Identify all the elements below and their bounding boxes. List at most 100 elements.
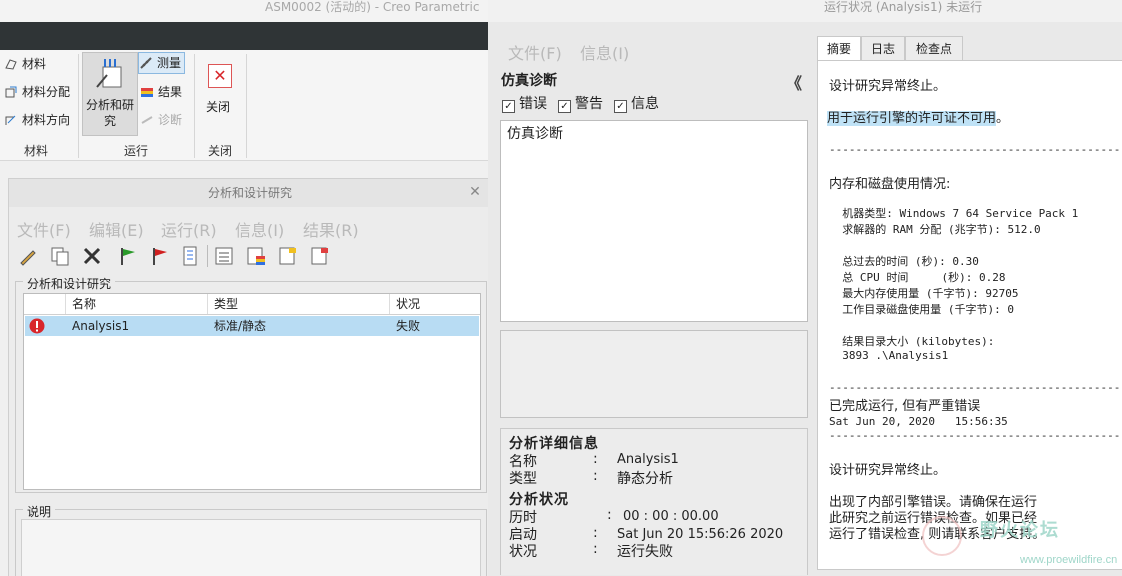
log-line: 3893 .\Analysis1 bbox=[829, 349, 949, 362]
details-heading: 分析详细信息 bbox=[509, 436, 599, 452]
window-title: ASM0002 (活动的) - Creo Parametric bbox=[265, 0, 480, 14]
log-line: 机器类型: Windows 7 64 Service Pack 1 bbox=[829, 207, 1079, 220]
state-label: 状况 bbox=[509, 544, 537, 560]
description-caption: 说明 bbox=[23, 503, 56, 520]
log-line: 最大内存使用量 (千字节): 92705 bbox=[829, 287, 1019, 300]
watermark-text: 野火论坛 bbox=[980, 520, 1060, 541]
state-value: 运行失败 bbox=[617, 544, 673, 560]
checkbox-check-icon: ✓ bbox=[502, 100, 515, 113]
row-status: 失败 bbox=[396, 319, 421, 333]
results-compare-icon[interactable] bbox=[277, 245, 299, 267]
close-label: 关闭 bbox=[206, 100, 231, 114]
menu-file[interactable]: 文件(F) bbox=[17, 217, 71, 241]
log-line: 总过去的时间 (秒): 0.30 bbox=[829, 255, 979, 268]
run-window-title-bar: 运行状况 (Analysis1) 未运行 bbox=[488, 0, 1122, 22]
diagnostics-list[interactable]: 仿真诊断 bbox=[500, 120, 808, 322]
run-menubar: 文件(F) 信息(I) bbox=[488, 36, 788, 64]
group-separator bbox=[194, 54, 195, 158]
run-window-title: 运行状况 (Analysis1) 未运行 bbox=[824, 0, 983, 14]
tab-summary[interactable]: 摘要 bbox=[817, 36, 861, 61]
column-header-type[interactable]: 类型 bbox=[208, 294, 390, 314]
start-green-flag-icon[interactable] bbox=[117, 245, 139, 267]
info-check-icon[interactable] bbox=[213, 245, 235, 267]
run-status-list-icon[interactable] bbox=[179, 245, 201, 267]
tab-checkpoints[interactable]: 检查点 bbox=[905, 36, 963, 60]
menu-run[interactable]: 运行(R) bbox=[161, 217, 217, 241]
header-divider bbox=[24, 314, 480, 315]
filter-errors-checkbox[interactable]: ✓ 错误 bbox=[502, 93, 547, 113]
log-line: Sat Jun 20, 2020 15:56:35 bbox=[829, 415, 1008, 428]
menu-results[interactable]: 结果(R) bbox=[303, 217, 359, 241]
dialog-toolbar bbox=[13, 245, 373, 269]
study-table: 名称 类型 状况 Analysis1 标准/静态 失败 bbox=[23, 293, 481, 490]
material-assignment-button[interactable]: 材料分配 bbox=[4, 82, 70, 102]
material-orientation-icon bbox=[5, 115, 16, 125]
detail-type-value: 静态分析 bbox=[617, 471, 673, 487]
column-header-icon bbox=[24, 294, 66, 314]
measure-button[interactable]: 测量 bbox=[138, 52, 186, 74]
run-menu-info[interactable]: 信息(I) bbox=[580, 40, 629, 64]
material-orientation-button[interactable]: 材料方向 bbox=[4, 110, 70, 130]
edit-pencil-icon[interactable] bbox=[17, 245, 39, 267]
dialog-title: 分析和设计研究 bbox=[9, 179, 488, 207]
summary-log-text[interactable]: 设计研究异常终止。 用于运行引擎的许可证不可用。 ---------------… bbox=[817, 60, 1122, 570]
table-row[interactable]: Analysis1 标准/静态 失败 bbox=[25, 316, 479, 336]
group-separator bbox=[246, 54, 247, 158]
run-menu-file[interactable]: 文件(F) bbox=[508, 40, 562, 64]
log-separator: ----------------------------------------… bbox=[829, 143, 1122, 156]
watermark-logo-icon bbox=[922, 516, 962, 556]
creo-main-window: ASM0002 (活动的) - Creo Parametric 材料 材料分配 … bbox=[0, 0, 488, 576]
measure-icon bbox=[140, 57, 152, 69]
delete-x-icon[interactable] bbox=[81, 245, 103, 267]
results-icon bbox=[141, 88, 153, 97]
menu-edit[interactable]: 编辑(E) bbox=[89, 217, 144, 241]
menu-info[interactable]: 信息(I) bbox=[235, 217, 284, 241]
checkbox-check-icon: ✓ bbox=[614, 100, 627, 113]
toolbar-separator bbox=[207, 245, 208, 267]
analysis-study-icon bbox=[96, 59, 122, 88]
detail-name-value: Analysis1 bbox=[617, 452, 679, 467]
group-label-run: 运行 bbox=[124, 144, 149, 158]
log-line: 内存和磁盘使用情况: bbox=[829, 177, 951, 192]
list-item[interactable]: 仿真诊断 bbox=[507, 123, 563, 143]
analysis-design-study-dialog: 分析和设计研究 ✕ 文件(F) 编辑(E) 运行(R) 信息(I) 结果(R) … bbox=[8, 178, 488, 576]
results-window-icon[interactable] bbox=[245, 245, 267, 267]
material-button[interactable]: 材料 bbox=[4, 54, 46, 74]
diagnostics-icon bbox=[141, 116, 153, 124]
colon: : bbox=[593, 468, 598, 484]
results-button[interactable]: 结果 bbox=[140, 82, 182, 102]
log-line: 工作目录磁盘使用量 (千字节): 0 bbox=[829, 303, 1014, 316]
column-header-status[interactable]: 状况 bbox=[390, 294, 480, 314]
log-separator: ----------------------------------------… bbox=[829, 429, 1122, 442]
analysis-study-button[interactable]: 分析和研究 bbox=[82, 52, 138, 136]
column-header-name[interactable]: 名称 bbox=[66, 294, 208, 314]
close-ribbon-button[interactable]: ✕ 关闭 bbox=[200, 60, 240, 130]
analysis-study-label: 分析和研究 bbox=[85, 98, 134, 128]
start-value: Sat Jun 20 15:56:26 2020 bbox=[617, 527, 784, 542]
results-export-icon[interactable] bbox=[309, 245, 331, 267]
detail-type-label: 类型 bbox=[509, 471, 537, 487]
group-separator bbox=[78, 54, 79, 158]
dialog-close-icon[interactable]: ✕ bbox=[467, 184, 483, 200]
copy-icon[interactable] bbox=[49, 245, 71, 267]
colon: : bbox=[593, 525, 598, 541]
row-name: Analysis1 bbox=[72, 319, 130, 333]
log-line: 结果目录大小 (kilobytes): bbox=[829, 335, 995, 348]
stop-red-flag-icon[interactable] bbox=[149, 245, 171, 267]
colon: : bbox=[593, 541, 598, 557]
collapse-panel-icon[interactable]: 《 bbox=[786, 70, 802, 94]
quick-access-bar bbox=[0, 22, 488, 50]
diagnostics-title: 仿真诊断 bbox=[501, 73, 557, 89]
ribbon: 材料 材料分配 材料方向 材料 分析和研究 测量 结果 诊断 运行 ✕ 关闭 关… bbox=[0, 50, 488, 161]
license-error-highlight: 用于运行引擎的许可证不可用 bbox=[827, 111, 997, 126]
colon: : bbox=[607, 507, 612, 523]
dialog-menubar: 文件(F) 编辑(E) 运行(R) 信息(I) 结果(R) bbox=[9, 213, 488, 241]
filter-info-checkbox[interactable]: ✓ 信息 bbox=[614, 93, 659, 113]
filter-warnings-checkbox[interactable]: ✓ 警告 bbox=[558, 93, 603, 113]
description-textarea[interactable] bbox=[21, 519, 481, 576]
diagnostics-button[interactable]: 诊断 bbox=[140, 110, 182, 130]
colon: : bbox=[593, 451, 598, 467]
diagnostics-detail-pane bbox=[500, 330, 808, 418]
tab-log[interactable]: 日志 bbox=[861, 36, 905, 60]
study-group-caption: 分析和设计研究 bbox=[23, 275, 116, 292]
